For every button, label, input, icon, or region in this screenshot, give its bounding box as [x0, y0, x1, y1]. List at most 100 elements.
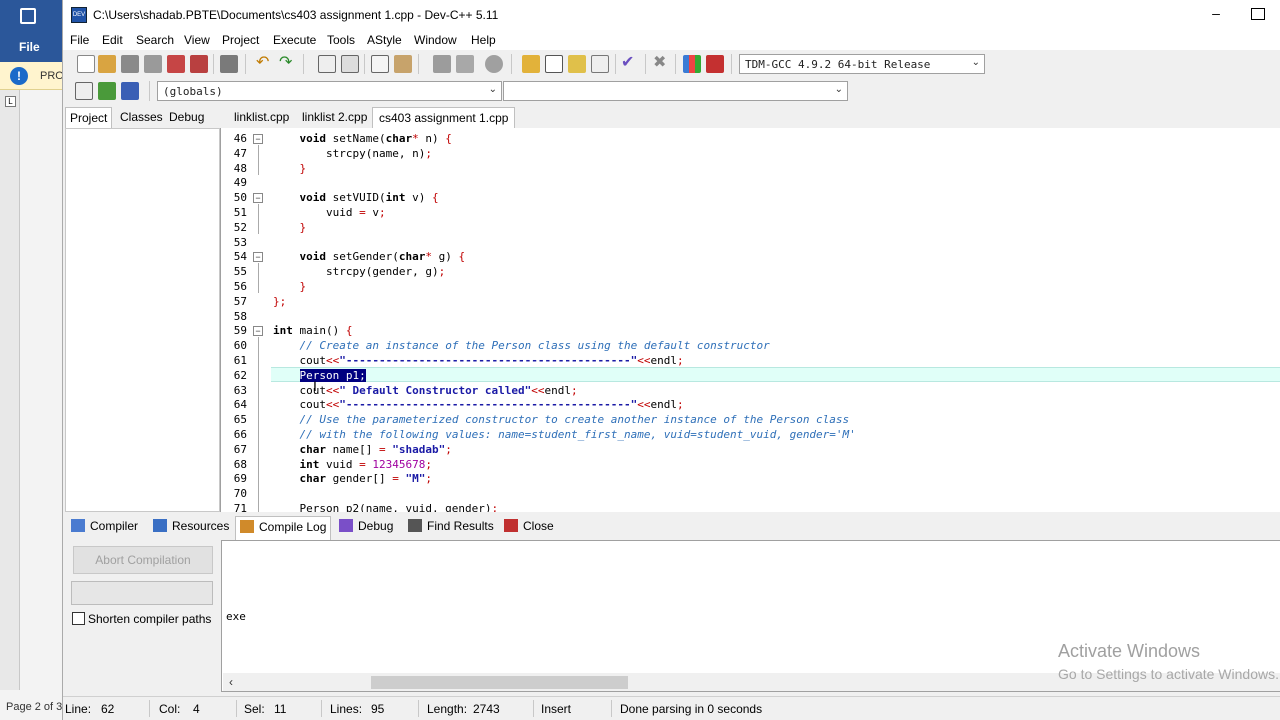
fold-toggle-icon[interactable]: −	[253, 326, 263, 337]
window-icon[interactable]	[545, 55, 563, 73]
new-file-icon[interactable]	[77, 55, 95, 73]
code-line[interactable]: int main() {	[273, 324, 352, 337]
file-ribbon-tab[interactable]: File	[0, 0, 64, 62]
unindent-icon[interactable]	[456, 55, 474, 73]
scope-select[interactable]: (globals) ⌄	[157, 81, 502, 101]
code-line[interactable]: // Create an instance of the Person clas…	[273, 339, 770, 352]
tab-debug-bottom[interactable]: Debug	[339, 519, 393, 537]
code-line[interactable]: }	[273, 221, 307, 234]
tab-stop-icon[interactable]: L	[5, 96, 16, 107]
tab-find-results[interactable]: Find Results	[408, 519, 494, 537]
fold-toggle-icon[interactable]: −	[253, 134, 263, 144]
goto-declaration-icon[interactable]	[98, 82, 116, 100]
tab-linklist2-cpp[interactable]: linklist 2.cpp	[302, 110, 367, 124]
indent-icon[interactable]	[433, 55, 451, 73]
compiler-select[interactable]: TDM-GCC 4.9.2 64-bit Release ⌄	[739, 54, 985, 74]
bookmark-list-icon[interactable]	[121, 82, 139, 100]
abort-compilation-button[interactable]: Abort Compilation	[73, 546, 213, 574]
code-line[interactable]: void setName(char* n) {	[273, 132, 452, 145]
save-icon[interactable]	[20, 8, 36, 24]
stop-execution-icon[interactable]: ✖	[653, 55, 671, 73]
code-editor[interactable]: 46−47 48 49 50−51 52 53 54−55 56 57 58 59−60 61 62 63…	[220, 128, 1280, 512]
bookmark-icon[interactable]	[394, 55, 412, 73]
close-file-icon[interactable]	[167, 55, 185, 73]
maximize-button[interactable]	[1251, 8, 1265, 20]
goto-line-icon[interactable]	[371, 55, 389, 73]
menu-search[interactable]: Search	[136, 33, 174, 47]
member-select[interactable]: ⌄	[503, 81, 848, 101]
code-line[interactable]: void setGender(char* g) {	[273, 250, 466, 263]
profile-icon[interactable]	[683, 55, 701, 73]
code-line[interactable]: char name[] = "shadab";	[273, 443, 452, 456]
open-icon[interactable]	[98, 55, 116, 73]
code-line[interactable]: vuid = v;	[273, 206, 386, 219]
print-icon[interactable]	[220, 55, 238, 73]
tab-compile-log[interactable]: Compile Log	[235, 516, 332, 540]
fold-toggle-icon[interactable]: −	[253, 252, 263, 263]
undo-icon[interactable]: ↶	[256, 55, 274, 73]
chevron-left-icon[interactable]: ‹	[229, 675, 233, 689]
tab-debug[interactable]: Debug	[166, 110, 207, 124]
menu-tools[interactable]: Tools	[327, 33, 355, 47]
code-line[interactable]: char gender[] = "M";	[273, 472, 432, 485]
project-browser[interactable]	[65, 128, 220, 512]
code-line[interactable]: }	[273, 280, 307, 293]
tab-cs403-assignment-cpp[interactable]: cs403 assignment 1.cpp	[372, 107, 516, 130]
grid-icon[interactable]	[591, 55, 609, 73]
code-line[interactable]: Person p1;	[273, 368, 366, 382]
tab-linklist-cpp[interactable]: linklist.cpp	[234, 110, 289, 124]
menu-file[interactable]: File	[70, 33, 89, 47]
page-indicator: Page 2 of 3	[0, 697, 64, 720]
insert-icon[interactable]	[75, 82, 93, 100]
code-line[interactable]: cout<<"---------------------------------…	[273, 354, 683, 367]
chevron-down-icon[interactable]: ⌄	[835, 84, 843, 95]
line-number: 50	[233, 191, 247, 205]
tab-compiler[interactable]: Compiler	[71, 519, 138, 537]
chevron-down-icon[interactable]: ⌄	[489, 84, 497, 95]
code-line[interactable]: cout<<"---------------------------------…	[273, 398, 683, 411]
redo-icon[interactable]: ↷	[279, 55, 297, 73]
menu-edit[interactable]: Edit	[102, 33, 123, 47]
replace-icon[interactable]	[341, 55, 359, 73]
minimize-button[interactable]: –	[1201, 6, 1231, 24]
tab-close[interactable]: Close	[504, 519, 554, 537]
menu-project[interactable]: Project	[222, 33, 259, 47]
code-line[interactable]: strcpy(name, n);	[273, 147, 432, 160]
code-line[interactable]: strcpy(gender, g);	[273, 265, 445, 278]
line-number: 66	[233, 428, 247, 441]
close-icon	[504, 519, 518, 532]
toggle-comment-icon[interactable]	[485, 55, 503, 73]
code-line[interactable]: // Use the parameterized constructor to …	[273, 413, 850, 426]
project-options-icon[interactable]	[568, 55, 586, 73]
find-icon[interactable]	[318, 55, 336, 73]
menu-execute[interactable]: Execute	[273, 33, 316, 47]
status-line-label: Line:	[65, 702, 92, 716]
fold-toggle-icon[interactable]: −	[253, 193, 263, 204]
tab-classes[interactable]: Classes	[117, 110, 166, 124]
code-line[interactable]: };	[273, 295, 286, 308]
save-all-icon[interactable]	[144, 55, 162, 73]
save-icon[interactable]	[121, 55, 139, 73]
menu-astyle[interactable]: AStyle	[367, 33, 402, 47]
left-panel-tabs: Project Classes Debug	[63, 106, 221, 129]
code-line[interactable]: }	[273, 162, 307, 175]
menu-help[interactable]: Help	[471, 33, 496, 47]
syntax-check-icon[interactable]: ✔	[621, 55, 639, 73]
line-number: 67	[233, 442, 247, 456]
tab-project[interactable]: Project	[65, 107, 113, 129]
new-project-icon[interactable]	[522, 55, 540, 73]
code-line[interactable]: cout<<" Default Constructor called"<<end…	[273, 384, 577, 397]
chevron-down-icon[interactable]: ⌄	[972, 57, 980, 68]
tab-resources[interactable]: Resources	[153, 519, 229, 537]
close-all-icon[interactable]	[190, 55, 208, 73]
debug-run-icon[interactable]	[706, 55, 724, 73]
code-line[interactable]: // with the following values: name=stude…	[273, 428, 856, 441]
menu-window[interactable]: Window	[414, 33, 457, 47]
menu-view[interactable]: View	[184, 33, 210, 47]
code-line[interactable]: void setVUID(int v) {	[273, 191, 439, 204]
shorten-paths-checkbox[interactable]	[72, 612, 85, 625]
code-line[interactable]: int vuid = 12345678;	[273, 458, 432, 471]
line-number: 68	[233, 457, 247, 471]
code-line[interactable]: Person p2(name, vuid, gender);	[273, 502, 498, 512]
scrollbar-thumb[interactable]	[371, 676, 628, 689]
